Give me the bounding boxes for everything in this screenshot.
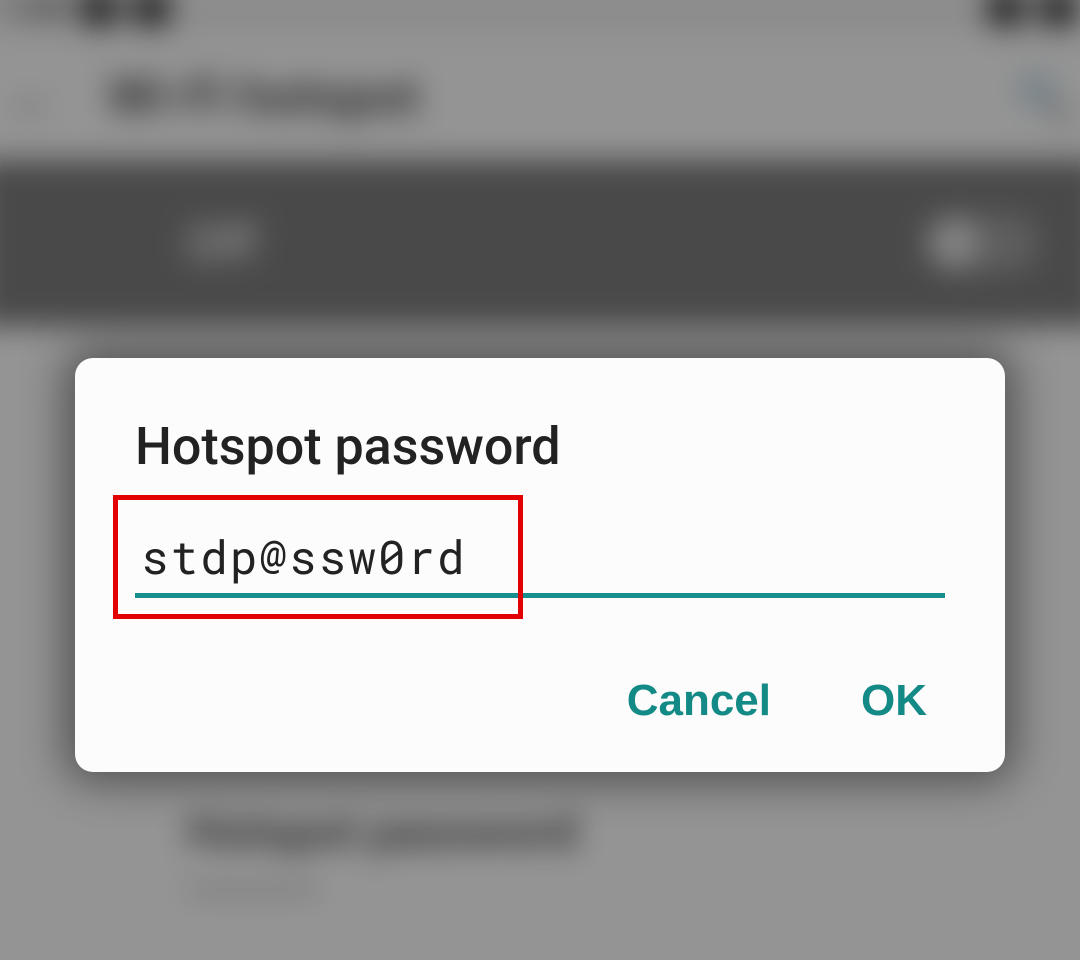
dialog-button-row: Cancel OK <box>135 676 945 742</box>
ok-button[interactable]: OK <box>861 676 927 726</box>
password-input[interactable] <box>135 521 945 589</box>
cancel-button[interactable]: Cancel <box>627 676 771 726</box>
dialog-title: Hotspot password <box>135 416 945 477</box>
password-field-wrap <box>135 521 945 598</box>
hotspot-password-dialog: Hotspot password Cancel OK <box>75 358 1005 772</box>
